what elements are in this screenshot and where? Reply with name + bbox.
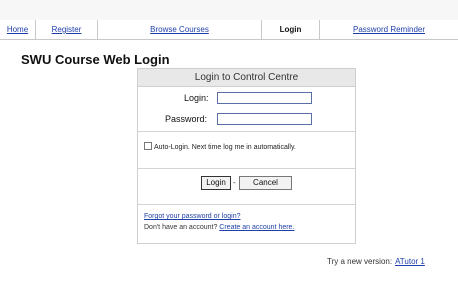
login-button[interactable]: Login xyxy=(201,176,231,190)
forgot-password-link[interactable]: Forgot your password or login? xyxy=(144,213,241,220)
version-notice: Try a new version: ATutor 1 xyxy=(327,257,425,266)
panel-divider xyxy=(138,204,355,205)
top-navigation: Home Register Browse Courses Login Passw… xyxy=(0,20,458,40)
auto-login-row: Auto-Login. Next time log me in automati… xyxy=(144,142,296,151)
nav-item-home[interactable]: Home xyxy=(0,20,36,39)
account-links: Forgot your password or login? Don't hav… xyxy=(144,211,294,233)
nav-item-register[interactable]: Register xyxy=(36,20,98,39)
cancel-button[interactable]: Cancel xyxy=(239,176,292,190)
panel-divider xyxy=(138,131,355,132)
no-account-text: Don't have an account? xyxy=(144,224,218,231)
login-panel: Login to Control Centre Login: Password:… xyxy=(137,68,356,244)
auto-login-checkbox[interactable] xyxy=(144,142,152,150)
create-account-link[interactable]: Create an account here. xyxy=(219,224,294,231)
login-input[interactable] xyxy=(217,92,312,104)
browser-top-strip xyxy=(0,0,458,21)
button-separator: - xyxy=(233,178,236,187)
nav-item-password-reminder[interactable]: Password Reminder xyxy=(320,20,458,39)
atutor-version-link[interactable]: ATutor 1 xyxy=(395,257,425,266)
login-panel-heading: Login to Control Centre xyxy=(138,69,355,87)
panel-divider xyxy=(138,168,355,169)
nav-item-login[interactable]: Login xyxy=(262,20,320,39)
try-version-text: Try a new version: xyxy=(327,257,393,266)
nav-item-browse-courses[interactable]: Browse Courses xyxy=(98,20,262,39)
password-label: Password: xyxy=(165,114,208,124)
login-label: Login: xyxy=(184,93,209,103)
page-title: SWU Course Web Login xyxy=(21,52,170,67)
password-input[interactable] xyxy=(217,113,312,125)
auto-login-label: Auto-Login. Next time log me in automati… xyxy=(154,144,296,151)
